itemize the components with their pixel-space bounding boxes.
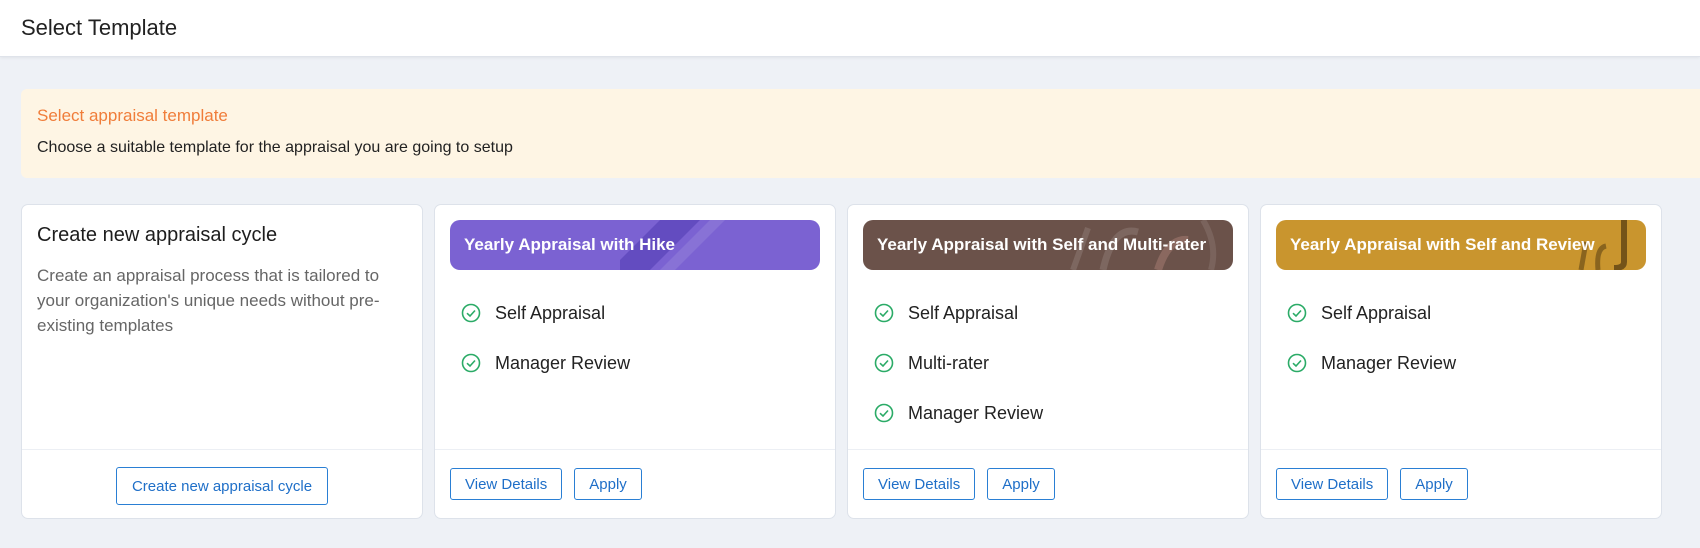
view-details-button[interactable]: View Details [863,468,976,500]
feature-label: Manager Review [495,352,631,373]
page-title: Select Template [21,15,178,40]
banner-title: Select appraisal template [37,106,228,125]
create-card-title: Create new appraisal cycle [37,224,278,246]
check-circle-icon [1287,303,1307,323]
check-circle-icon [874,403,894,423]
check-circle-icon [1287,353,1307,373]
template-header: Yearly Appraisal with Hike [450,220,820,270]
check-circle-icon [874,303,894,323]
template-cards: Create new appraisal cycle Create an app… [21,204,1662,519]
check-circle-icon [874,353,894,373]
create-card-footer: Create new appraisal cycle [22,449,422,518]
template-header: Yearly Appraisal with Self and Review [1276,220,1646,270]
template-card-footer: View Details Apply [1261,449,1661,518]
template-title: Yearly Appraisal with Self and Review [1290,235,1595,254]
feature-list: Self Appraisal Manager Review [1276,288,1646,388]
create-card-description: Create an appraisal process that is tail… [37,266,380,335]
feature-item: Self Appraisal [874,288,1233,338]
feature-item: Manager Review [1287,338,1646,388]
template-card-footer: View Details Apply [848,449,1248,518]
feature-label: Manager Review [908,402,1044,423]
feature-item: Self Appraisal [1287,288,1646,338]
check-circle-icon [461,353,481,373]
apply-button[interactable]: Apply [574,468,642,500]
info-banner: Select appraisal template Choose a suita… [21,89,1700,178]
template-card-self-multi-rater: Yearly Appraisal with Self and Multi-rat… [847,204,1249,519]
apply-button[interactable]: Apply [987,468,1055,500]
view-details-button[interactable]: View Details [1276,468,1389,500]
feature-label: Manager Review [1321,352,1457,373]
template-title: Yearly Appraisal with Self and Multi-rat… [877,235,1207,254]
view-details-button[interactable]: View Details [450,468,563,500]
apply-button[interactable]: Apply [1400,468,1468,500]
feature-item: Manager Review [461,338,820,388]
template-card-self-review: Yearly Appraisal with Self and Review Se… [1260,204,1662,519]
banner-description: Choose a suitable template for the appra… [37,139,513,156]
create-appraisal-cycle-button[interactable]: Create new appraisal cycle [115,467,329,505]
template-card-footer: View Details Apply [435,449,835,518]
feature-item: Manager Review [874,388,1233,438]
feature-item: Self Appraisal [461,288,820,338]
feature-label: Multi-rater [908,352,990,373]
feature-label: Self Appraisal [495,302,606,323]
feature-list: Self Appraisal Manager Review [450,288,820,388]
create-appraisal-card: Create new appraisal cycle Create an app… [21,204,423,519]
template-header: Yearly Appraisal with Self and Multi-rat… [863,220,1233,270]
top-bar: Select Template [0,0,1700,57]
feature-label: Self Appraisal [1321,302,1432,323]
template-title: Yearly Appraisal with Hike [464,235,676,254]
feature-list: Self Appraisal Multi-rater Manager Revie… [863,288,1233,438]
check-circle-icon [461,303,481,323]
feature-label: Self Appraisal [908,302,1019,323]
template-card-hike: Yearly Appraisal with Hike Self Appraisa… [434,204,836,519]
feature-item: Multi-rater [874,338,1233,388]
